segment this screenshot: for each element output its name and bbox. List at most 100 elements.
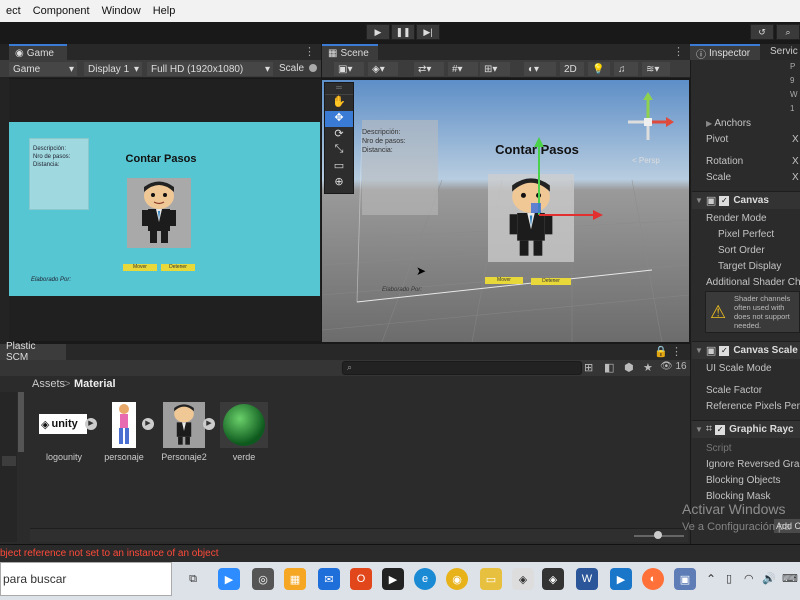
foldout-arrow-icon[interactable]: ▼ — [695, 346, 703, 355]
chrome-icon[interactable]: ◉ — [446, 568, 468, 590]
search-icon[interactable]: ⌕ — [776, 24, 800, 40]
edge-icon[interactable]: e — [414, 568, 436, 590]
effects-dropdown[interactable]: ≋▾ — [642, 62, 670, 76]
rotate-tool-icon[interactable]: ⟳ — [325, 127, 353, 143]
display-dropdown[interactable]: Display 1 ▾ — [84, 62, 142, 76]
snap-dropdown[interactable]: ⊞▾ — [480, 62, 510, 76]
hand-tool-icon[interactable]: ✋ — [325, 95, 353, 111]
obs-icon[interactable]: ◎ — [252, 568, 274, 590]
word-icon[interactable]: W — [576, 568, 598, 590]
step-button[interactable]: ▶| — [416, 24, 440, 40]
gizmo-dropdown[interactable]: ◈▾ — [368, 62, 398, 76]
wifi-icon[interactable]: ◠ — [744, 572, 754, 585]
mail-icon[interactable]: ✉ — [318, 568, 340, 590]
unity-hub-icon[interactable]: ◈ — [512, 568, 534, 590]
foldout-arrow-icon[interactable]: ▼ — [695, 425, 703, 434]
filter-type-icon[interactable]: ◧ — [604, 361, 614, 374]
grid-dropdown[interactable]: #▾ — [448, 62, 478, 76]
detener-button[interactable]: Detener — [161, 264, 195, 271]
rect-tool-icon[interactable]: ▭ — [325, 159, 353, 175]
media-player-icon[interactable]: ▶ — [382, 568, 404, 590]
chevron-up-icon[interactable]: ⌃ — [706, 572, 716, 586]
project-bottom-bar — [30, 528, 688, 542]
tree-scrollbar[interactable] — [18, 392, 24, 452]
mover-button[interactable]: Mover — [123, 264, 157, 271]
tab-services[interactable]: Servic — [770, 46, 798, 57]
persp-label[interactable]: < Persp — [632, 156, 660, 165]
firefox-icon[interactable]: ◐ — [642, 568, 664, 590]
expand-arrow-icon[interactable]: ▶ — [203, 418, 215, 430]
menu-item-project[interactable]: ect — [0, 5, 27, 17]
move-gizmo[interactable] — [517, 135, 617, 245]
enable-checkbox[interactable]: ✓ — [719, 345, 730, 356]
asset-verde[interactable] — [220, 402, 272, 448]
anchors-foldout[interactable]: ▶ Anchors — [706, 118, 751, 129]
drag-handle-icon[interactable]: ═ — [325, 83, 353, 95]
breadcrumb-assets[interactable]: Assets — [32, 378, 65, 390]
game-title: Contar Pasos — [125, 153, 197, 165]
label-icon[interactable]: ⬢ — [624, 361, 634, 374]
battery-icon[interactable]: ▯ — [726, 572, 732, 585]
project-search-input[interactable]: ⌕ — [342, 361, 582, 375]
task-view-icon[interactable]: ⧉ — [182, 568, 204, 590]
asset-personaje2[interactable]: ▶ — [163, 402, 215, 448]
expand-arrow-icon[interactable]: ▶ — [142, 418, 154, 430]
network-app-icon[interactable]: ▣ — [674, 568, 696, 590]
field-fragment[interactable]: 1 — [790, 102, 798, 116]
transform-tool-icon[interactable]: ⊕ — [325, 175, 353, 191]
foldout-arrow-icon[interactable]: ▼ — [695, 196, 703, 205]
keyboard-icon[interactable]: ⌨ — [782, 572, 798, 585]
asset-personaje[interactable]: ▶ — [112, 402, 164, 448]
move-tool-icon[interactable]: ✥ — [325, 111, 353, 127]
scene-detener-button[interactable]: Detener — [531, 278, 571, 285]
office-icon[interactable]: O — [350, 568, 372, 590]
menu-item-window[interactable]: Window — [96, 5, 147, 17]
2d-toggle[interactable]: 2D — [560, 62, 584, 76]
play-button[interactable]: ▶ — [366, 24, 390, 40]
enable-checkbox[interactable]: ✓ — [715, 424, 726, 435]
game-mode-dropdown[interactable]: Game ▾ — [9, 62, 77, 76]
scale-slider-handle[interactable] — [309, 64, 317, 72]
tab-plastic-scm[interactable]: Plastic SCM — [0, 341, 66, 363]
resolution-dropdown[interactable]: Full HD (1920x1080) ▾ — [147, 62, 273, 76]
unity-icon[interactable]: ◈ — [542, 568, 564, 590]
shading-dropdown[interactable]: ◐▾ — [524, 62, 556, 76]
scene-mover-button[interactable]: Mover — [485, 277, 523, 284]
lighting-toggle[interactable]: 💡 — [588, 62, 610, 76]
pause-button[interactable]: ❚❚ — [391, 24, 415, 40]
draw-mode-dropdown[interactable]: ▣▾ — [334, 62, 364, 76]
enable-checkbox[interactable]: ✓ — [719, 195, 730, 206]
folder-tree-item[interactable] — [2, 456, 16, 466]
volume-icon[interactable]: 🔊 — [762, 572, 776, 585]
history-icon[interactable]: ↺ — [750, 24, 774, 40]
audio-toggle[interactable]: ♫ — [614, 62, 638, 76]
menu-item-component[interactable]: Component — [27, 5, 96, 17]
presentation-icon[interactable]: ▶ — [610, 568, 632, 590]
breadcrumb-material[interactable]: Material — [74, 378, 116, 390]
asset-logounity[interactable]: ◈ unity ▶ — [39, 402, 97, 448]
tab-game[interactable]: ◉ Game — [9, 44, 67, 60]
expand-arrow-icon[interactable]: ▶ — [85, 418, 97, 430]
lock-icon[interactable]: 🔒 — [654, 345, 668, 358]
menu-item-help[interactable]: Help — [147, 5, 182, 17]
tab-inspector[interactable]: ⓘ Inspector — [690, 44, 760, 61]
transform-dropdown[interactable]: ⇄▾ — [414, 62, 444, 76]
file-explorer-icon[interactable]: ▭ — [480, 568, 502, 590]
tab-scene[interactable]: ▦ Scene — [322, 44, 378, 60]
canvas-component-header[interactable]: ▼ ▣ ✓ Canvas — [692, 191, 800, 209]
console-error-message[interactable]: bject reference not set to an instance o… — [0, 548, 218, 559]
store-icon[interactable]: ▦ — [284, 568, 306, 590]
taskbar-search-input[interactable]: para buscar — [0, 562, 172, 596]
field-fragment[interactable]: 9 — [790, 74, 798, 88]
tab-menu-icon[interactable]: ⋮ — [673, 45, 684, 58]
tab-menu-icon[interactable]: ⋮ — [671, 345, 682, 358]
zoom-slider-handle[interactable] — [654, 531, 662, 539]
orientation-gizmo[interactable] — [622, 90, 682, 160]
scale-tool-icon[interactable]: ⤡ — [325, 143, 353, 159]
graphic-raycaster-header[interactable]: ▼ ⌗ ✓ Graphic Rayc — [692, 420, 800, 438]
canvas-scaler-header[interactable]: ▼ ▣ ✓ Canvas Scale — [692, 341, 800, 359]
tab-menu-icon[interactable]: ⋮ — [304, 45, 315, 58]
create-icon[interactable]: ⊞ — [584, 361, 593, 374]
favorite-icon[interactable]: ★ — [643, 361, 653, 374]
zoom-icon[interactable]: ▶ — [218, 568, 240, 590]
